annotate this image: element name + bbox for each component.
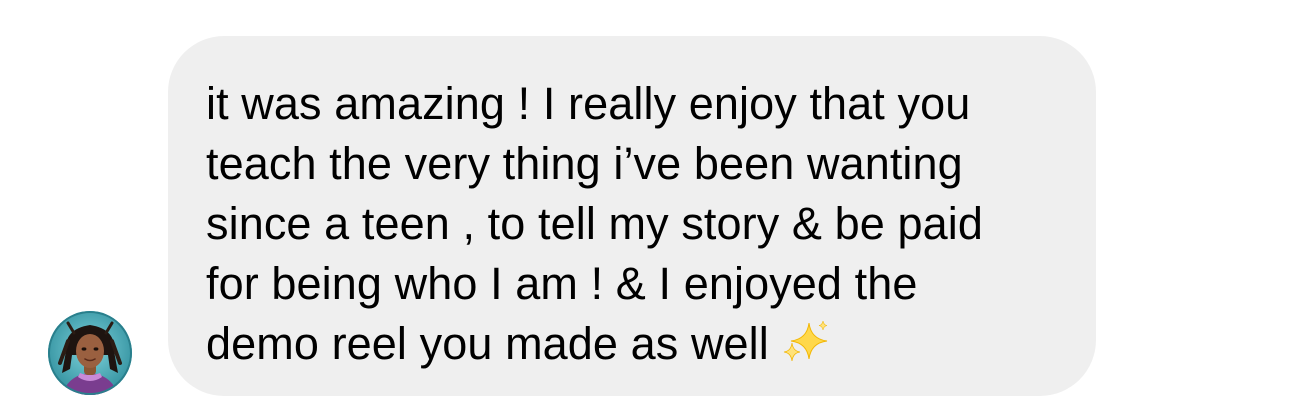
- message-line: since a teen , to tell my story & be pai…: [206, 198, 983, 249]
- message-line: demo reel you made as well: [206, 318, 769, 369]
- message-line: teach the very thing i’ve been wanting: [206, 138, 963, 189]
- message-line: for being who I am ! & I enjoyed the: [206, 258, 918, 309]
- avatar-illustration: [48, 311, 132, 395]
- message-thread: it was amazing ! I really enjoy that you…: [0, 0, 1290, 407]
- message-line: it was amazing ! I really enjoy that you: [206, 78, 971, 129]
- sparkles-icon: [779, 319, 831, 384]
- sender-avatar[interactable]: [48, 311, 132, 395]
- message-text: it was amazing ! I really enjoy that you…: [206, 74, 1056, 384]
- message-bubble[interactable]: it was amazing ! I really enjoy that you…: [168, 36, 1096, 396]
- message-line-last: demo reel you made as well: [206, 314, 1056, 384]
